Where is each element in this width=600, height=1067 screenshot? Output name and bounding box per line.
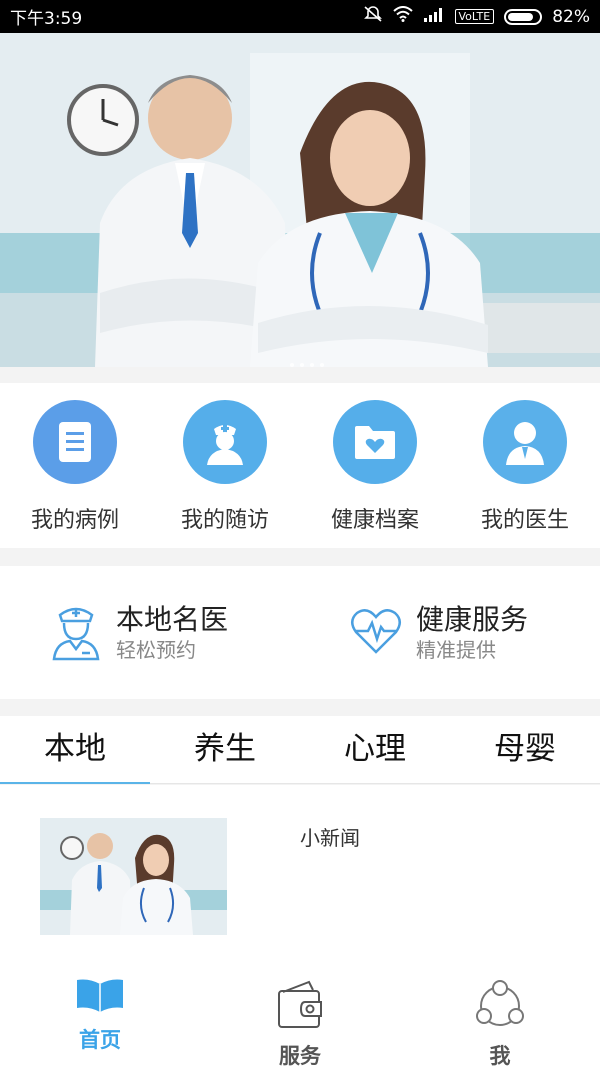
mute-icon (363, 5, 383, 28)
user-circle-icon (474, 978, 526, 1034)
quick-item-label: 我的随访 (180, 508, 269, 533)
tab-local[interactable]: 本地 (0, 716, 150, 784)
battery-percent: 82% (552, 6, 590, 27)
news-list: 小新闻 (0, 785, 600, 970)
quick-item-label: 健康档案 (330, 508, 419, 533)
quick-item-my-followups[interactable]: 我的随访 (150, 383, 300, 548)
category-tabs: 本地 养生 心理 母婴 (0, 716, 600, 784)
book-icon (75, 978, 125, 1018)
carousel-dot[interactable] (290, 363, 294, 367)
quick-item-my-doctor[interactable]: 我的医生 (450, 383, 600, 548)
nav-home[interactable]: 首页 (0, 970, 200, 1067)
tab-wellness[interactable]: 养生 (150, 716, 300, 783)
quick-menu: 我的病例 我的随访 健康档案 我的医生 (0, 383, 600, 548)
service-local-doctors[interactable]: 本地名医 轻松预约 (0, 566, 300, 699)
status-bar: 下午3:59 VoLTE 82% (0, 0, 600, 33)
carousel-dot[interactable] (310, 363, 314, 367)
nav-services[interactable]: 服务 (200, 970, 400, 1067)
quick-item-my-cases[interactable]: 我的病例 (0, 383, 150, 548)
service-title: 健康服务 (416, 602, 529, 636)
quick-item-health-records[interactable]: 健康档案 (300, 383, 450, 548)
signal-icon (423, 6, 445, 27)
status-icons: VoLTE 82% (363, 5, 590, 28)
nav-me[interactable]: 我 (400, 970, 600, 1067)
service-subtitle: 精准提供 (416, 637, 496, 662)
volte-badge: VoLTE (454, 9, 495, 24)
carousel-dot[interactable] (300, 363, 304, 367)
medical-record-icon (33, 400, 117, 484)
heart-pulse-icon (350, 607, 402, 659)
tab-psychology[interactable]: 心理 (300, 716, 450, 783)
nav-label: 首页 (79, 1028, 121, 1052)
news-thumbnail (40, 818, 227, 935)
bottom-nav: 首页 服务 我 (0, 970, 600, 1067)
wallet-icon (275, 978, 325, 1034)
service-cards: 本地名医 轻松预约 健康服务 精准提供 (0, 566, 600, 699)
nurse-icon (183, 400, 267, 484)
news-item[interactable]: 小新闻 (40, 818, 580, 935)
news-title: 小新闻 (300, 826, 360, 850)
carousel-dots (290, 363, 324, 367)
battery-icon (504, 8, 543, 25)
service-subtitle: 轻松预约 (116, 637, 196, 662)
nav-label: 我 (489, 1044, 511, 1067)
service-title: 本地名医 (116, 602, 229, 636)
doctor-icon (483, 400, 567, 484)
health-folder-icon (333, 400, 417, 484)
status-time: 下午3:59 (10, 9, 83, 29)
doctor-outline-icon (50, 601, 102, 665)
doctors-photo (0, 33, 600, 367)
quick-item-label: 我的医生 (480, 508, 569, 533)
wifi-icon (392, 6, 413, 27)
tab-maternal[interactable]: 母婴 (450, 716, 600, 783)
carousel-dot[interactable] (320, 363, 324, 367)
hero-banner[interactable] (0, 33, 600, 367)
nav-label: 服务 (279, 1044, 321, 1067)
service-health[interactable]: 健康服务 精准提供 (300, 566, 600, 699)
quick-item-label: 我的病例 (30, 508, 119, 533)
